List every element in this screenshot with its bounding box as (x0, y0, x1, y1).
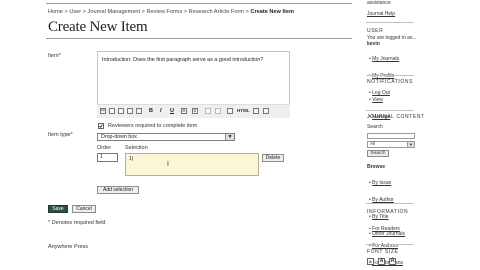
breadcrumb-current: Create New Item (250, 9, 294, 15)
for-readers-link[interactable]: For Readers (372, 226, 400, 232)
chevron-down-icon: ▼ (225, 134, 234, 140)
breadcrumb-item-journal-management[interactable]: Journal Management (88, 9, 141, 15)
search-scope-select[interactable]: All ▼ (367, 141, 415, 148)
information-heading: INFORMATION (367, 209, 409, 215)
font-size-heading: FONT SIZE (367, 249, 399, 255)
save-button[interactable]: Save (48, 205, 68, 213)
breadcrumb: Home > User > Journal Management > Revie… (48, 9, 294, 15)
sidebar-divider (366, 244, 414, 245)
image-icon[interactable] (227, 108, 233, 114)
cancel-button[interactable]: Cancel (72, 205, 96, 213)
selection-textarea[interactable]: 1| (125, 153, 259, 176)
delete-selection-button[interactable]: Delete (262, 154, 284, 162)
fullscreen-icon[interactable] (253, 108, 259, 114)
breadcrumb-separator: > (183, 9, 188, 15)
cut-icon[interactable]: ✂ (100, 108, 106, 114)
breadcrumb-item-review-forms[interactable]: Review Forms (147, 9, 183, 15)
journal-content-heading: JOURNAL CONTENT (367, 114, 425, 120)
journal-help-link[interactable]: Journal Help (367, 11, 395, 17)
numbered-list-icon[interactable]: ≡ (192, 108, 198, 114)
my-journals-link[interactable]: My Journals (372, 56, 399, 62)
copy-icon[interactable] (109, 108, 115, 114)
top-rule (46, 3, 352, 4)
item-type-select[interactable]: Drop-down box ▼ (97, 133, 235, 141)
font-size-medium-button[interactable]: A (378, 258, 385, 265)
user-heading: USER (367, 28, 384, 34)
underline-icon[interactable]: U (170, 108, 174, 114)
order-label: Order (97, 145, 112, 151)
title-rule (46, 38, 352, 39)
sidebar-top-text: assistance (367, 0, 391, 6)
chevron-down-icon: ▼ (407, 142, 414, 147)
item-label: Item* (48, 53, 61, 59)
reviewers-required-checkbox[interactable] (98, 123, 104, 129)
font-size-small-button[interactable]: A (367, 258, 374, 265)
view-notifications-link[interactable]: View (372, 97, 383, 103)
item-type-label: Item type* (48, 132, 73, 138)
item-text-value[interactable]: Introduction: Does the first paragraph s… (102, 57, 272, 64)
browse-by-issue-link[interactable]: By Issue (372, 180, 391, 186)
order-input[interactable]: 1 (97, 153, 118, 162)
unlink-icon[interactable] (215, 108, 221, 114)
link-icon[interactable] (205, 108, 211, 114)
italic-icon[interactable]: I (160, 108, 162, 114)
text-cursor-icon: I (167, 161, 169, 168)
breadcrumb-separator: > (82, 9, 86, 15)
selection-label: Selection (125, 145, 148, 151)
reviewers-required-label: Reviewers required to complete item (108, 123, 198, 129)
sidebar-divider (366, 75, 414, 76)
paste-text-icon[interactable] (127, 108, 133, 114)
breadcrumb-separator: > (245, 9, 249, 15)
for-librarians-link[interactable]: For Librarians (372, 260, 403, 266)
breadcrumb-item-research-article-form[interactable]: Research Article Form (189, 9, 244, 15)
search-input[interactable] (367, 133, 415, 139)
sidebar-divider (366, 203, 414, 204)
paste-word-icon[interactable] (136, 108, 142, 114)
add-selection-button[interactable]: Add selection (97, 186, 139, 194)
breadcrumb-item-home[interactable]: Home (48, 9, 63, 15)
item-type-value: Drop-down box (101, 134, 137, 140)
page-title: Create New Item (48, 19, 148, 35)
footer-text: Anywhere Press (48, 244, 89, 250)
search-scope-value: All (370, 142, 376, 147)
bold-icon[interactable]: B (149, 108, 153, 114)
image-upload-icon[interactable] (263, 108, 269, 114)
notifications-heading: NOTIFICATIONS (367, 79, 414, 85)
information-links: • For Readers • For Authors • For Librar… (369, 217, 403, 269)
breadcrumb-item-user[interactable]: User (69, 9, 81, 15)
font-size-large-button[interactable]: A (389, 258, 396, 265)
search-label: Search (367, 124, 383, 130)
breadcrumb-separator: > (64, 9, 68, 15)
browse-label: Browse (367, 164, 386, 170)
search-button[interactable]: Search (367, 150, 389, 157)
required-note: * Denotes required field (48, 220, 106, 226)
html-icon[interactable]: HTML (237, 108, 250, 113)
sidebar-divider (366, 22, 414, 23)
breadcrumb-separator: > (141, 9, 145, 15)
paste-icon[interactable] (118, 108, 124, 114)
checkmark-icon (99, 124, 103, 128)
sidebar-divider (366, 110, 414, 111)
bullet-list-icon[interactable]: ≡ (181, 108, 187, 114)
